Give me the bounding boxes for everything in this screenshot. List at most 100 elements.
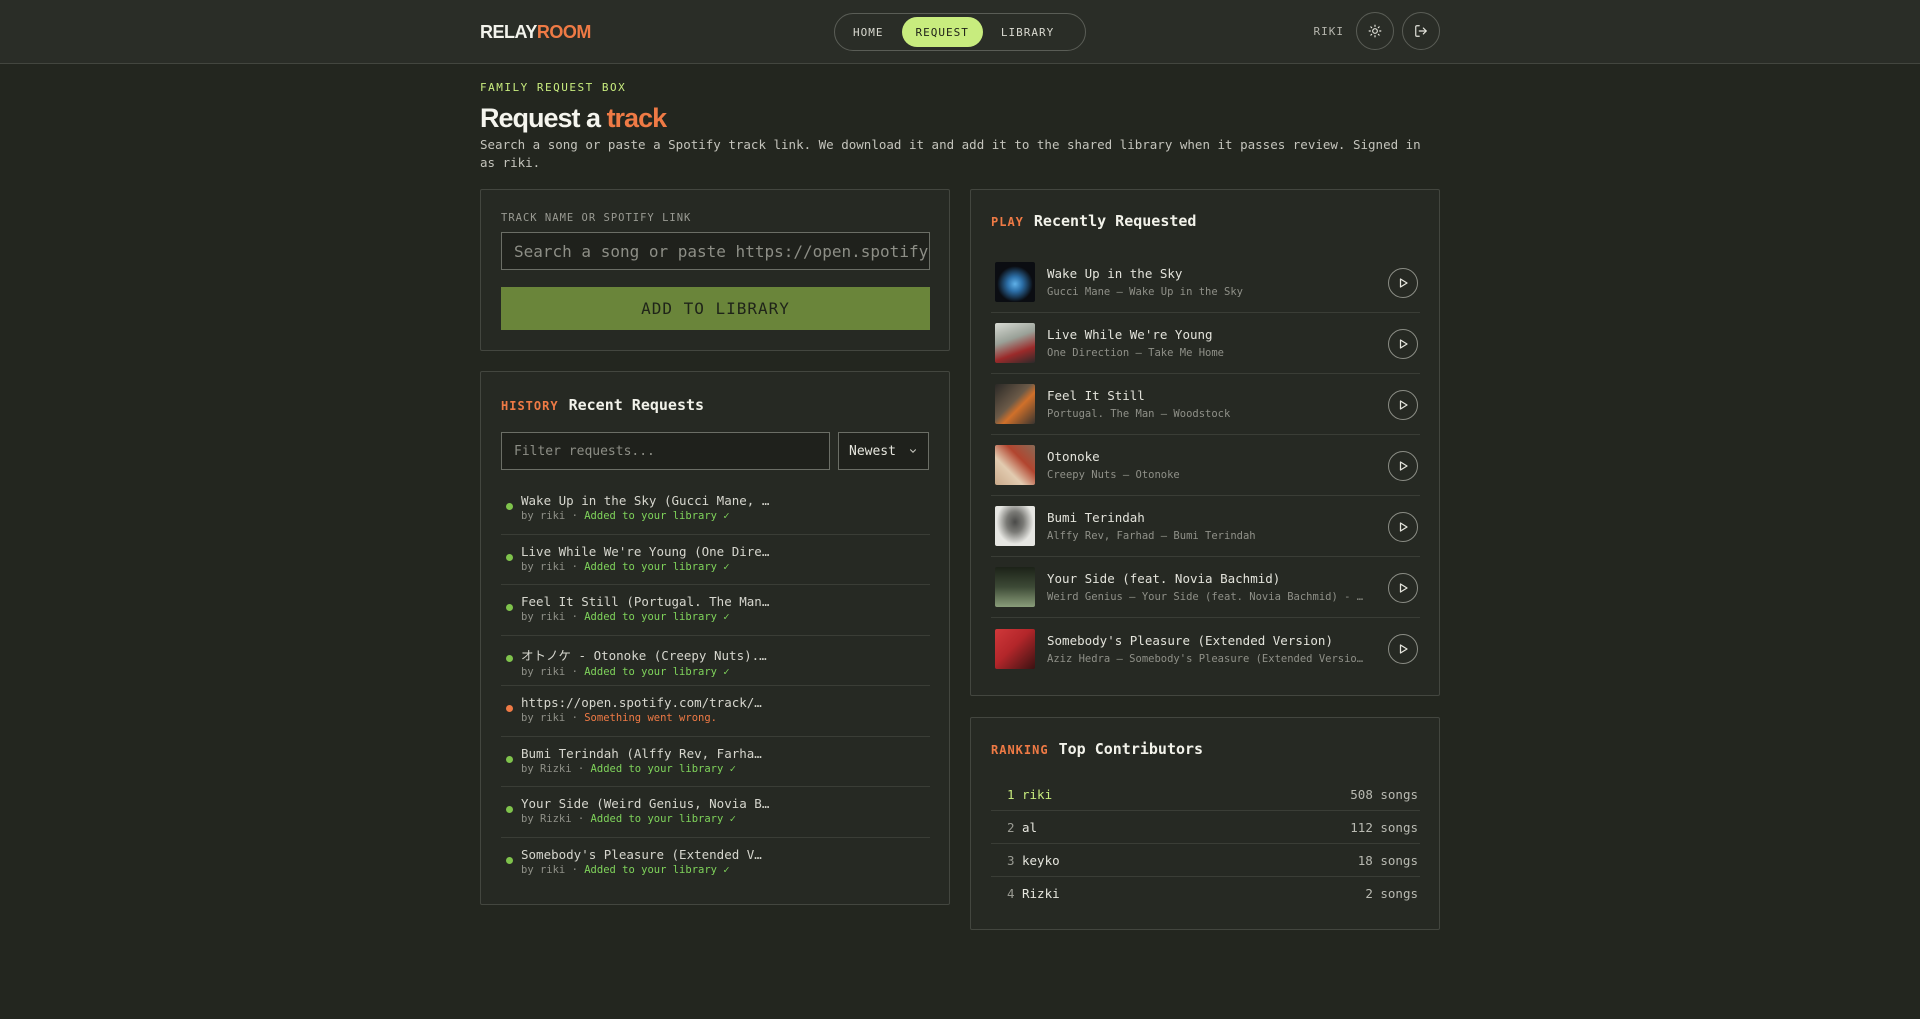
user-name: RIKI — [1313, 24, 1344, 38]
history-item-by: by riki — [521, 560, 566, 573]
history-item-by: by Rizki — [521, 762, 572, 775]
history-item-title: オトノケ - Otonoke (Creepy Nuts).… — [521, 647, 767, 663]
play-button[interactable] — [1388, 634, 1418, 664]
sort-value: Newest — [849, 443, 896, 459]
ranking-title: Top Contributors — [1058, 740, 1204, 758]
status-dot — [506, 553, 513, 561]
track-row[interactable]: Somebody's Pleasure (Extended Version) Az… — [991, 618, 1420, 679]
nav-home[interactable]: HOME — [839, 17, 898, 47]
rank-number: 1 — [1007, 786, 1015, 802]
track-input-label: TRACK NAME OR SPOTIFY LINK — [501, 212, 692, 224]
history-item-title: Somebody's Pleasure (Extended V… — [521, 846, 762, 862]
track-title: Somebody's Pleasure (Extended Version) — [1047, 632, 1333, 648]
track-subtitle: Aziz Hedra — Somebody's Pleasure (Extend… — [1047, 652, 1367, 665]
track-row[interactable]: Wake Up in the Sky Gucci Mane — Wake Up i… — [991, 252, 1420, 313]
play-icon — [1399, 583, 1408, 593]
history-item-status: Added to your library ✓ — [584, 560, 730, 573]
history-item-status: Added to your library ✓ — [584, 863, 730, 876]
history-item[interactable]: Live While We're Young (One Dire… by riki… — [501, 535, 930, 585]
history-sort-select[interactable]: Newest — [838, 432, 929, 470]
track-subtitle: Alffy Rev, Farhad — Bumi Terindah — [1047, 530, 1256, 542]
contributor-count: 2 songs — [1365, 886, 1418, 901]
history-item-by: by riki — [521, 611, 566, 623]
history-item[interactable]: オトノケ - Otonoke (Creepy Nuts).… by riki · … — [501, 636, 930, 686]
history-item[interactable]: Wake Up in the Sky (Gucci Mane, … by riki… — [501, 484, 930, 535]
contributor-count: 112 songs — [1350, 819, 1418, 835]
logout-icon — [1415, 25, 1427, 37]
brand-part-2: ROOM — [536, 21, 592, 42]
main-content: FAMILY REQUEST BOX Request a track Searc… — [480, 64, 1440, 172]
track-row[interactable]: Your Side (feat. Novia Bachmid) Weird Gen… — [991, 557, 1420, 618]
brand-logo[interactable]: RELAY ROOM — [480, 0, 591, 64]
history-item[interactable]: Somebody's Pleasure (Extended V… by riki … — [501, 838, 930, 889]
history-item-status: Added to your library ✓ — [584, 611, 730, 623]
track-text: Bumi Terindah Alffy Rev, Farhad — Bumi Te… — [1047, 510, 1367, 542]
play-button[interactable] — [1388, 512, 1418, 542]
history-item-meta: by riki · Added to your library ✓ — [521, 863, 730, 876]
recently-requested-card: PLAY Recently Requested Wake Up in the S… — [970, 189, 1440, 696]
play-icon — [1399, 400, 1408, 410]
play-button[interactable] — [1388, 573, 1418, 603]
track-row[interactable]: Feel It Still Portugal. The Man — Woodsto… — [991, 374, 1420, 435]
track-text: Somebody's Pleasure (Extended Version) Az… — [1047, 633, 1367, 665]
status-dot — [506, 503, 513, 510]
request-form-card: TRACK NAME OR SPOTIFY LINK Search a song… — [480, 189, 950, 351]
album-art — [995, 445, 1035, 485]
sun-icon — [1368, 24, 1382, 38]
page-title: Request a track — [480, 103, 1440, 134]
track-row[interactable]: Live While We're Young One Direction — Ta… — [991, 313, 1420, 374]
rank-number: 2 — [1007, 819, 1015, 835]
track-row[interactable]: Bumi Terindah Alffy Rev, Farhad — Bumi Te… — [991, 496, 1420, 557]
history-item-title: https://open.spotify.com/track/… — [521, 695, 762, 710]
history-item[interactable]: Bumi Terindah (Alffy Rev, Farha… by Rizki… — [501, 737, 930, 787]
track-title: Live While We're Young — [1047, 327, 1213, 342]
rank-number: 3 — [1007, 852, 1015, 868]
status-dot — [506, 705, 513, 712]
top-bar: RELAY ROOM HOME REQUEST LIBRARY RIKI — [0, 0, 1920, 64]
theme-toggle-button[interactable] — [1356, 12, 1394, 50]
nav-request[interactable]: REQUEST — [901, 17, 983, 47]
contributor-count: 18 songs — [1357, 852, 1418, 868]
page-title-plain: Request a — [480, 103, 601, 133]
history-item[interactable]: Feel It Still (Portugal. The Man… by riki… — [501, 585, 930, 636]
history-tag: HISTORY — [501, 399, 559, 413]
history-list: Wake Up in the Sky (Gucci Mane, … by riki… — [501, 484, 930, 888]
track-title: Otonoke — [1047, 449, 1100, 464]
history-item-meta: by riki · Added to your library ✓ — [521, 665, 730, 678]
history-item-meta: by Rizki · Added to your library ✓ — [521, 762, 736, 775]
play-button[interactable] — [1388, 329, 1418, 359]
play-button[interactable] — [1388, 390, 1418, 420]
add-to-library-button[interactable]: ADD TO LIBRARY — [501, 287, 930, 330]
history-item[interactable]: https://open.spotify.com/track/… by riki … — [501, 686, 930, 737]
play-icon — [1399, 461, 1408, 471]
track-subtitle: One Direction — Take Me Home — [1047, 347, 1225, 359]
recent-header: PLAY Recently Requested — [991, 212, 1196, 230]
ranking-tag: RANKING — [991, 743, 1049, 757]
history-card: HISTORY Recent Requests Filter requests.… — [480, 371, 950, 905]
recent-track-list: Wake Up in the Sky Gucci Mane — Wake Up i… — [991, 252, 1420, 679]
album-art — [995, 262, 1035, 302]
nav-library[interactable]: LIBRARY — [987, 17, 1068, 47]
page-eyebrow: FAMILY REQUEST BOX — [480, 81, 627, 94]
album-art — [995, 567, 1035, 607]
track-search-input[interactable]: Search a song or paste https://open.spot… — [501, 232, 930, 270]
play-button[interactable] — [1388, 451, 1418, 481]
history-item-meta: by Rizki · Added to your library ✓ — [521, 813, 736, 825]
history-filter-input[interactable]: Filter requests... — [501, 432, 830, 470]
track-subtitle: Gucci Mane — Wake Up in the Sky — [1047, 286, 1243, 298]
track-title: Feel It Still — [1047, 388, 1145, 403]
track-row[interactable]: Otonoke Creepy Nuts — Otonoke — [991, 435, 1420, 496]
track-subtitle: Weird Genius — Your Side (feat. Novia Ba… — [1047, 591, 1367, 603]
history-item-by: by riki — [521, 510, 566, 522]
history-item-title: Live While We're Young (One Dire… — [521, 543, 770, 559]
history-item-status: Added to your library ✓ — [590, 813, 736, 825]
play-icon — [1399, 339, 1408, 349]
history-item-by: by Rizki — [521, 813, 572, 825]
status-dot — [506, 604, 513, 611]
history-item-meta: by riki · Added to your library ✓ — [521, 510, 730, 522]
contributor-name: keyko — [1022, 852, 1060, 868]
logout-button[interactable] — [1402, 12, 1440, 50]
history-item[interactable]: Your Side (Weird Genius, Novia B… by Rizk… — [501, 787, 930, 838]
play-button[interactable] — [1388, 268, 1418, 298]
history-item-status: Added to your library ✓ — [584, 665, 730, 678]
